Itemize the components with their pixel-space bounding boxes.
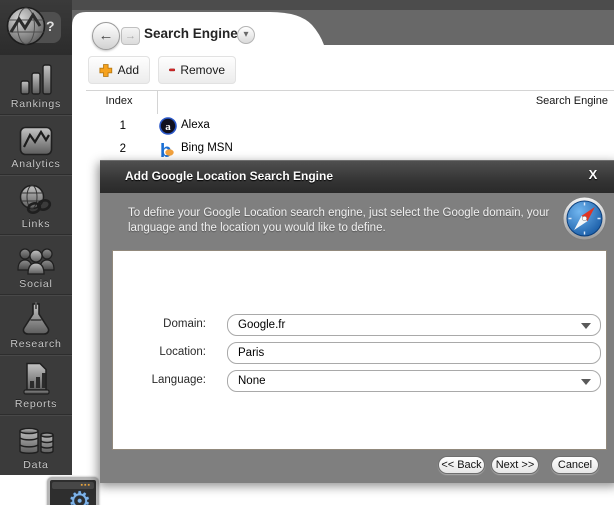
top-dark-strip	[72, 0, 614, 10]
row-engine-name: Alexa	[181, 119, 210, 131]
page-title-dropdown-button[interactable]: ▾	[237, 26, 255, 44]
location-label: Location:	[113, 346, 206, 358]
sidebar-item-label: Data	[23, 459, 48, 471]
sidebar-item-research[interactable]: Research	[0, 295, 72, 355]
row-index: 2	[86, 143, 126, 155]
chevron-down-icon: ▾	[243, 29, 248, 40]
bing-icon: b	[159, 141, 177, 159]
dropdown-arrow-icon	[581, 379, 591, 385]
table-header-border	[86, 90, 614, 91]
gear-icon: ⚙	[68, 486, 91, 505]
app-logo-globe-icon[interactable]	[5, 5, 47, 47]
sidebar-item-reports[interactable]: Reports	[0, 355, 72, 415]
help-button[interactable]: ?	[46, 18, 55, 34]
dialog-form-panel: Domain: Google.fr Location: Language: No…	[112, 250, 607, 450]
sidebar-item-social[interactable]: Social	[0, 235, 72, 295]
sidebar: Rankings Analytics Links	[0, 55, 72, 475]
back-arrow-icon: ←	[99, 27, 114, 44]
sidebar-item-label: Analytics	[11, 158, 60, 170]
sidebar-item-label: Research	[10, 338, 61, 350]
language-select[interactable]: None	[227, 370, 601, 392]
add-google-location-dialog: Add Google Location Search Engine X To d…	[100, 160, 614, 483]
row-engine-name: Bing MSN	[181, 142, 233, 154]
report-document-icon	[19, 362, 53, 396]
add-button[interactable]: Add	[88, 56, 150, 84]
people-icon	[16, 246, 56, 276]
back-button[interactable]: ←	[92, 22, 120, 50]
dropdown-arrow-icon	[581, 323, 591, 329]
cancel-button[interactable]: Cancel	[551, 456, 599, 474]
database-icon	[17, 425, 55, 457]
sidebar-item-rankings[interactable]: Rankings	[0, 55, 72, 115]
sidebar-item-label: Rankings	[11, 98, 61, 110]
sidebar-item-label: Links	[22, 218, 51, 230]
domain-value: Google.fr	[238, 319, 285, 331]
alexa-icon: a	[159, 117, 177, 135]
language-value: None	[238, 375, 266, 387]
globe-chain-icon	[17, 184, 55, 216]
app-window: ? ← → Search Engines ▾ Add Remove Index …	[0, 0, 614, 505]
line-chart-icon	[19, 126, 53, 156]
column-header-search-engine[interactable]: Search Engine	[398, 95, 608, 107]
domain-select[interactable]: Google.fr	[227, 314, 601, 336]
remove-button[interactable]: Remove	[158, 56, 236, 84]
back-step-button[interactable]: << Back	[438, 456, 485, 474]
column-header-index[interactable]: Index	[86, 95, 152, 107]
domain-label: Domain:	[113, 318, 206, 330]
sidebar-item-label: Social	[19, 278, 52, 290]
dialog-titlebar[interactable]: Add Google Location Search Engine X	[100, 160, 614, 193]
dialog-description: To define your Google Location search en…	[128, 206, 574, 236]
location-input[interactable]	[227, 342, 601, 364]
dialog-title: Add Google Location Search Engine	[125, 160, 333, 193]
compass-icon	[562, 196, 607, 241]
svg-text:a: a	[165, 121, 171, 133]
language-label: Language:	[113, 374, 206, 386]
next-step-button[interactable]: Next >>	[491, 456, 539, 474]
plus-icon	[99, 63, 113, 78]
minus-icon	[169, 66, 175, 74]
sidebar-item-data[interactable]: Data	[0, 415, 72, 475]
remove-button-label: Remove	[180, 63, 225, 77]
page-title: Search Engines	[144, 26, 245, 41]
sidebar-item-links[interactable]: Links	[0, 175, 72, 235]
forward-button[interactable]: →	[121, 27, 140, 45]
add-button-label: Add	[118, 63, 139, 77]
close-icon[interactable]: X	[582, 167, 604, 187]
table-column-divider	[157, 91, 158, 114]
row-index: 1	[86, 120, 126, 132]
brand-block: ?	[0, 0, 72, 55]
sidebar-item-label: Reports	[15, 398, 57, 410]
forward-arrow-icon: →	[125, 30, 136, 42]
sidebar-item-analytics[interactable]: Analytics	[0, 115, 72, 175]
bar-chart-icon	[19, 64, 53, 96]
flask-icon	[20, 302, 52, 336]
